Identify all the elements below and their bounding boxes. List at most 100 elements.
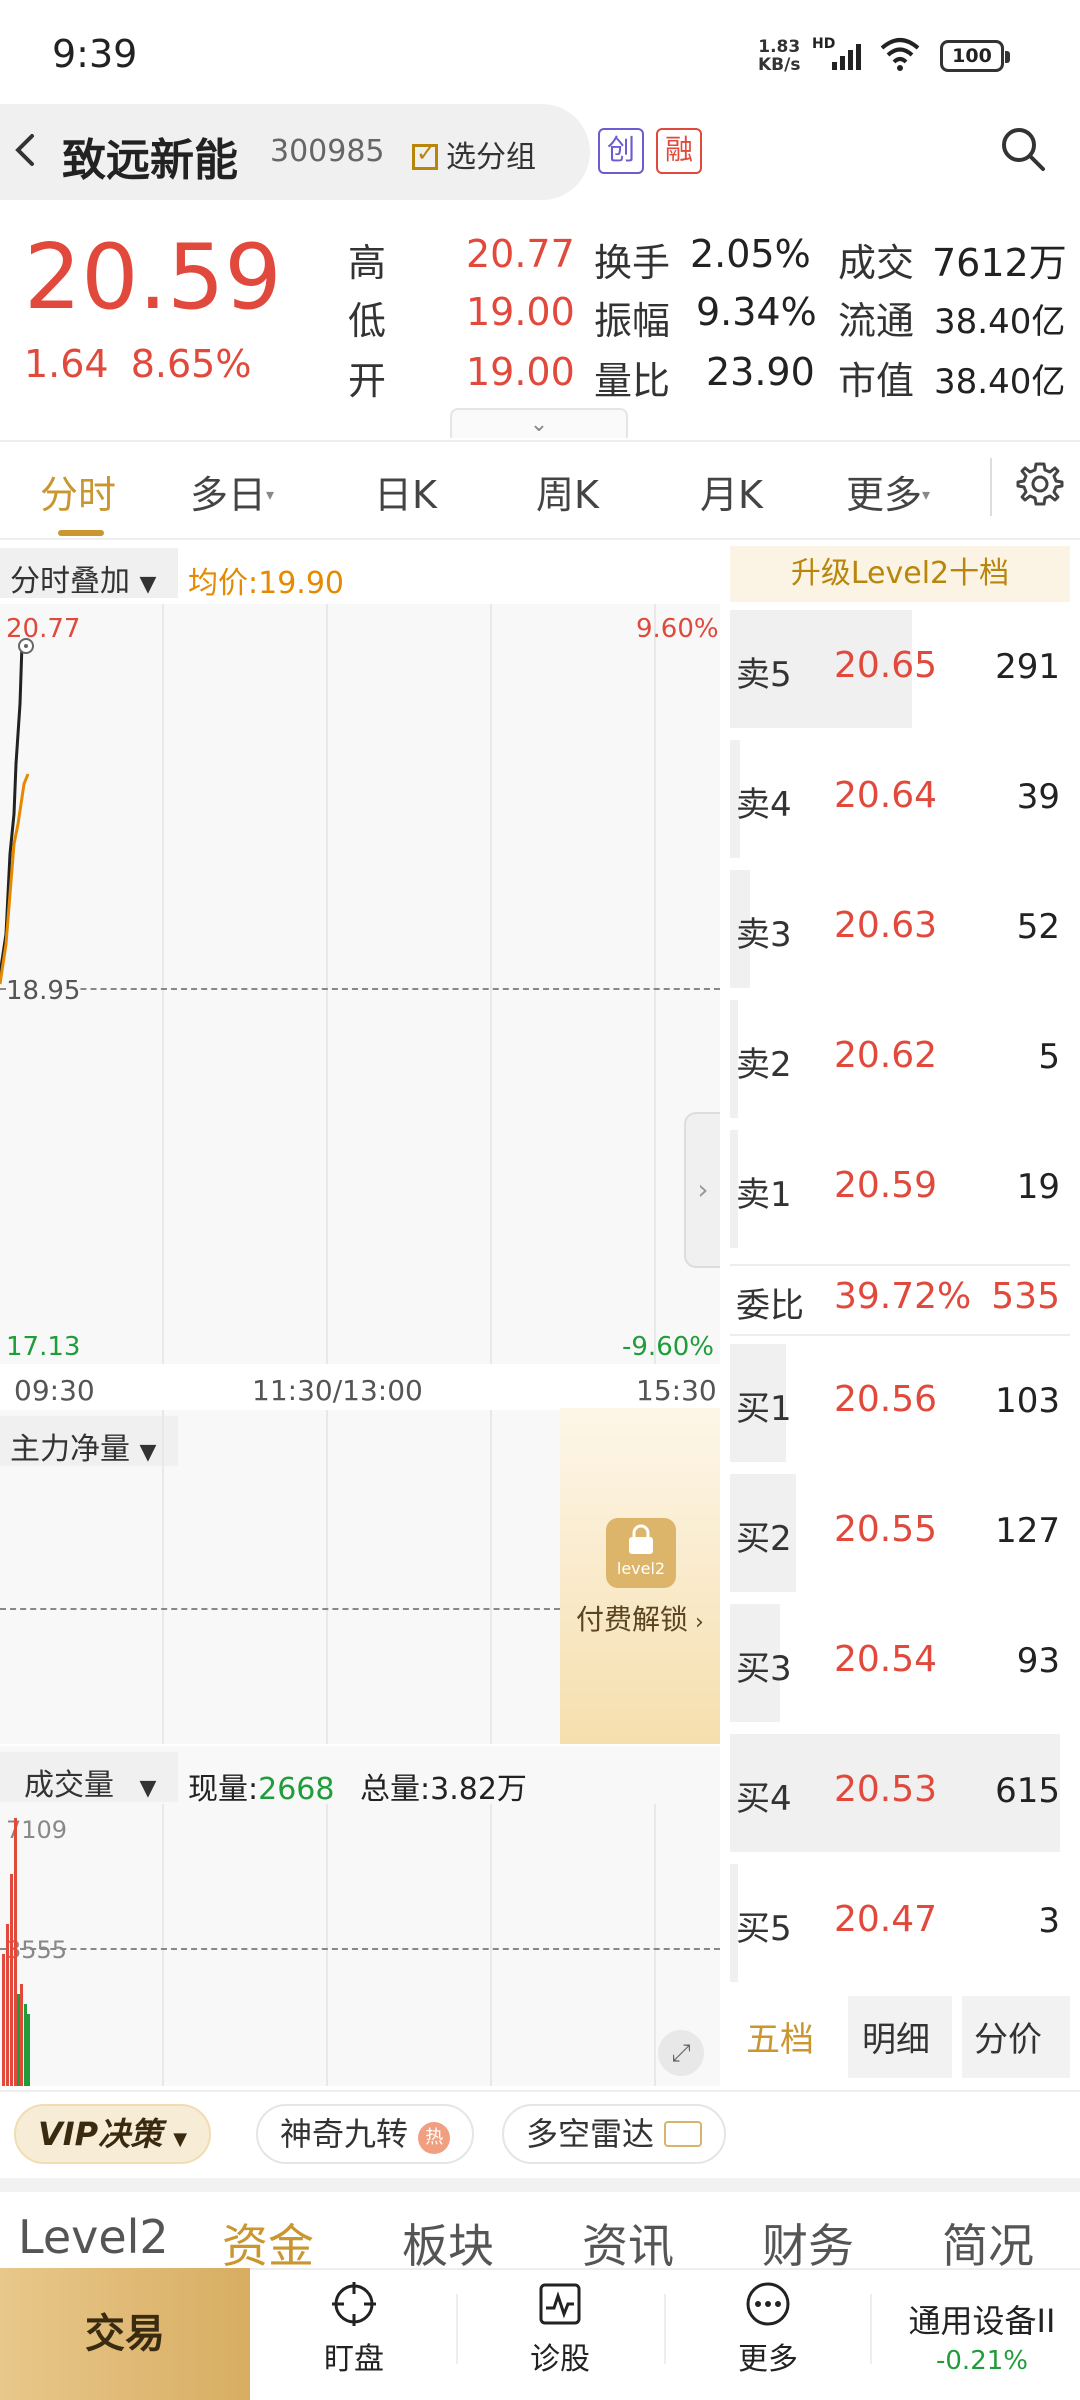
select-group-button[interactable]: 选分组 bbox=[412, 132, 536, 176]
status-clock: 9:39 bbox=[52, 32, 138, 76]
ask-volume: 5 bbox=[1038, 1037, 1060, 1077]
intraday-chart[interactable] bbox=[0, 604, 720, 1364]
mktcap-value: 38.40亿 bbox=[934, 362, 1066, 402]
time-mid: 11:30/13:00 bbox=[252, 1374, 423, 1407]
change-percent: 8.65% bbox=[130, 342, 252, 386]
ask-row[interactable]: 卖4 20.64 39 bbox=[730, 736, 1070, 866]
price-axis-bottom: 17.13 bbox=[6, 1332, 81, 1362]
bid-price: 20.54 bbox=[834, 1639, 938, 1680]
tab-more[interactable]: 更多▾ bbox=[846, 464, 930, 519]
pct-axis-top: 9.60% bbox=[636, 614, 719, 644]
section-tab-profile[interactable]: 简况 bbox=[942, 2210, 1034, 2276]
tab-multi-day[interactable]: 多日▾ bbox=[190, 464, 274, 519]
grid-line bbox=[654, 604, 656, 1364]
long-short-radar-chip[interactable]: 多空雷达 bbox=[502, 2104, 727, 2164]
ask-row[interactable]: 卖3 20.63 52 bbox=[730, 866, 1070, 996]
tab-intraday[interactable]: 分时 bbox=[40, 464, 116, 519]
network-speed-unit: KB/s bbox=[758, 55, 801, 75]
expand-orderbook-handle[interactable]: › bbox=[684, 1112, 720, 1268]
caret-down-icon: ▼ bbox=[173, 2129, 188, 2150]
active-tab-indicator bbox=[58, 530, 104, 536]
wifi-icon bbox=[880, 38, 920, 71]
price-change: 1.64 8.65% bbox=[24, 342, 251, 386]
prev-close-line bbox=[0, 988, 720, 990]
radar-icon bbox=[664, 2121, 703, 2147]
bid-side-label: 买3 bbox=[736, 1649, 792, 1689]
ask-row[interactable]: 卖5 20.65 291 bbox=[730, 606, 1070, 736]
level2-upgrade-button[interactable]: 升级Level2十档 bbox=[730, 546, 1070, 602]
current-volume-label: 现量: bbox=[188, 1772, 259, 1807]
deal-label: 成交 bbox=[838, 241, 915, 285]
section-tab-sector[interactable]: 板块 bbox=[402, 2210, 494, 2276]
high-value: 20.77 bbox=[466, 232, 575, 276]
bid-row[interactable]: 买5 20.47 3 bbox=[730, 1860, 1070, 1990]
average-price: 均价:19.90 bbox=[188, 566, 344, 601]
tab-monthly-k[interactable]: 月K bbox=[700, 464, 763, 519]
section-tab-level2[interactable]: Level2 bbox=[18, 2210, 169, 2264]
ask-volume: 52 bbox=[1016, 907, 1060, 947]
section-tab-funds[interactable]: 资金 bbox=[222, 2210, 314, 2276]
bid-row[interactable]: 买4 20.53 615 bbox=[730, 1730, 1070, 1860]
low-value: 19.00 bbox=[466, 290, 575, 334]
grid-line bbox=[326, 1804, 328, 2086]
nav-diagnose[interactable]: 诊股 bbox=[480, 2280, 640, 2378]
commission-ratio-value: 535 bbox=[991, 1276, 1060, 1317]
ask-volume: 19 bbox=[1016, 1167, 1060, 1207]
ask-row[interactable]: 卖1 20.59 19 bbox=[730, 1126, 1070, 1256]
nav-more[interactable]: 更多 bbox=[688, 2280, 848, 2378]
tab-weekly-k[interactable]: 周K bbox=[536, 464, 599, 519]
grid-line bbox=[490, 1410, 492, 1744]
overlay-label: 分时叠加 bbox=[10, 564, 130, 599]
back-arrow-icon[interactable] bbox=[8, 132, 44, 168]
grid-line bbox=[654, 1804, 656, 2086]
divider bbox=[730, 1334, 1070, 1336]
caret-down-icon: ▼ bbox=[139, 1776, 157, 1801]
chevron-right-icon: › bbox=[688, 1610, 704, 1635]
bid-row[interactable]: 买2 20.55 127 bbox=[730, 1470, 1070, 1600]
unlock-text: 付费解锁 › bbox=[576, 1598, 704, 1638]
volume-label: 成交量 bbox=[24, 1768, 114, 1803]
vip-decision-chip[interactable]: VIP决策 ▼ bbox=[14, 2104, 212, 2164]
deal-value: 7612万 bbox=[932, 241, 1067, 285]
gear-icon[interactable] bbox=[1016, 460, 1064, 508]
fullscreen-icon[interactable]: ⤢ bbox=[658, 2030, 704, 2076]
tab-price-distribution[interactable]: 分价 bbox=[974, 2012, 1042, 2061]
ask-price: 20.64 bbox=[834, 775, 938, 816]
pulse-chart-icon bbox=[539, 2283, 581, 2325]
bid-volume: 127 bbox=[995, 1511, 1060, 1551]
nav-watch[interactable]: 盯盘 bbox=[274, 2280, 434, 2378]
mktcap-label: 市值 bbox=[838, 359, 915, 403]
caret-down-icon: ▾ bbox=[922, 485, 931, 504]
change-amount: 1.64 bbox=[24, 342, 109, 386]
tab-daily-k[interactable]: 日K bbox=[374, 464, 437, 519]
trade-button[interactable]: 交易 bbox=[0, 2268, 250, 2400]
bid-row[interactable]: 买3 20.54 93 bbox=[730, 1600, 1070, 1730]
ask-row[interactable]: 卖2 20.62 5 bbox=[730, 996, 1070, 1126]
network-speed: 1.83 KB/s bbox=[758, 38, 800, 74]
battery-icon: 100 bbox=[940, 40, 1010, 72]
volume-mid-line bbox=[0, 1948, 720, 1950]
grid-line bbox=[490, 1804, 492, 2086]
tab-five-levels[interactable]: 五档 bbox=[746, 2012, 814, 2061]
bid-volume: 103 bbox=[995, 1381, 1060, 1421]
search-icon[interactable] bbox=[1000, 126, 1046, 172]
bid-price: 20.55 bbox=[834, 1509, 938, 1550]
grid-line bbox=[490, 604, 492, 1364]
expand-quote-button[interactable]: ⌄ bbox=[450, 408, 628, 438]
tab-details[interactable]: 明细 bbox=[862, 2012, 930, 2061]
sector-index-name[interactable]: 通用设备II bbox=[884, 2296, 1080, 2342]
section-tab-news[interactable]: 资讯 bbox=[582, 2210, 674, 2276]
turnover-label: 换手 bbox=[594, 241, 671, 285]
hot-badge-icon: 热 bbox=[418, 2122, 451, 2154]
bid-volume: 3 bbox=[1038, 1901, 1060, 1941]
bid-row[interactable]: 买1 20.56 103 bbox=[730, 1340, 1070, 1470]
magic-nine-chip[interactable]: 神奇九转 热 bbox=[256, 2104, 475, 2164]
main-force-label: 主力净量 bbox=[10, 1432, 130, 1467]
stock-name: 致远新能 bbox=[62, 135, 238, 186]
turnover-value: 2.05% bbox=[690, 232, 811, 276]
section-tab-finance[interactable]: 财务 bbox=[762, 2210, 854, 2276]
grid-line bbox=[326, 1410, 328, 1744]
caret-down-icon: ▼ bbox=[139, 572, 157, 597]
crosshair-icon bbox=[332, 2282, 376, 2326]
chevron-right-icon: › bbox=[697, 1173, 709, 1206]
